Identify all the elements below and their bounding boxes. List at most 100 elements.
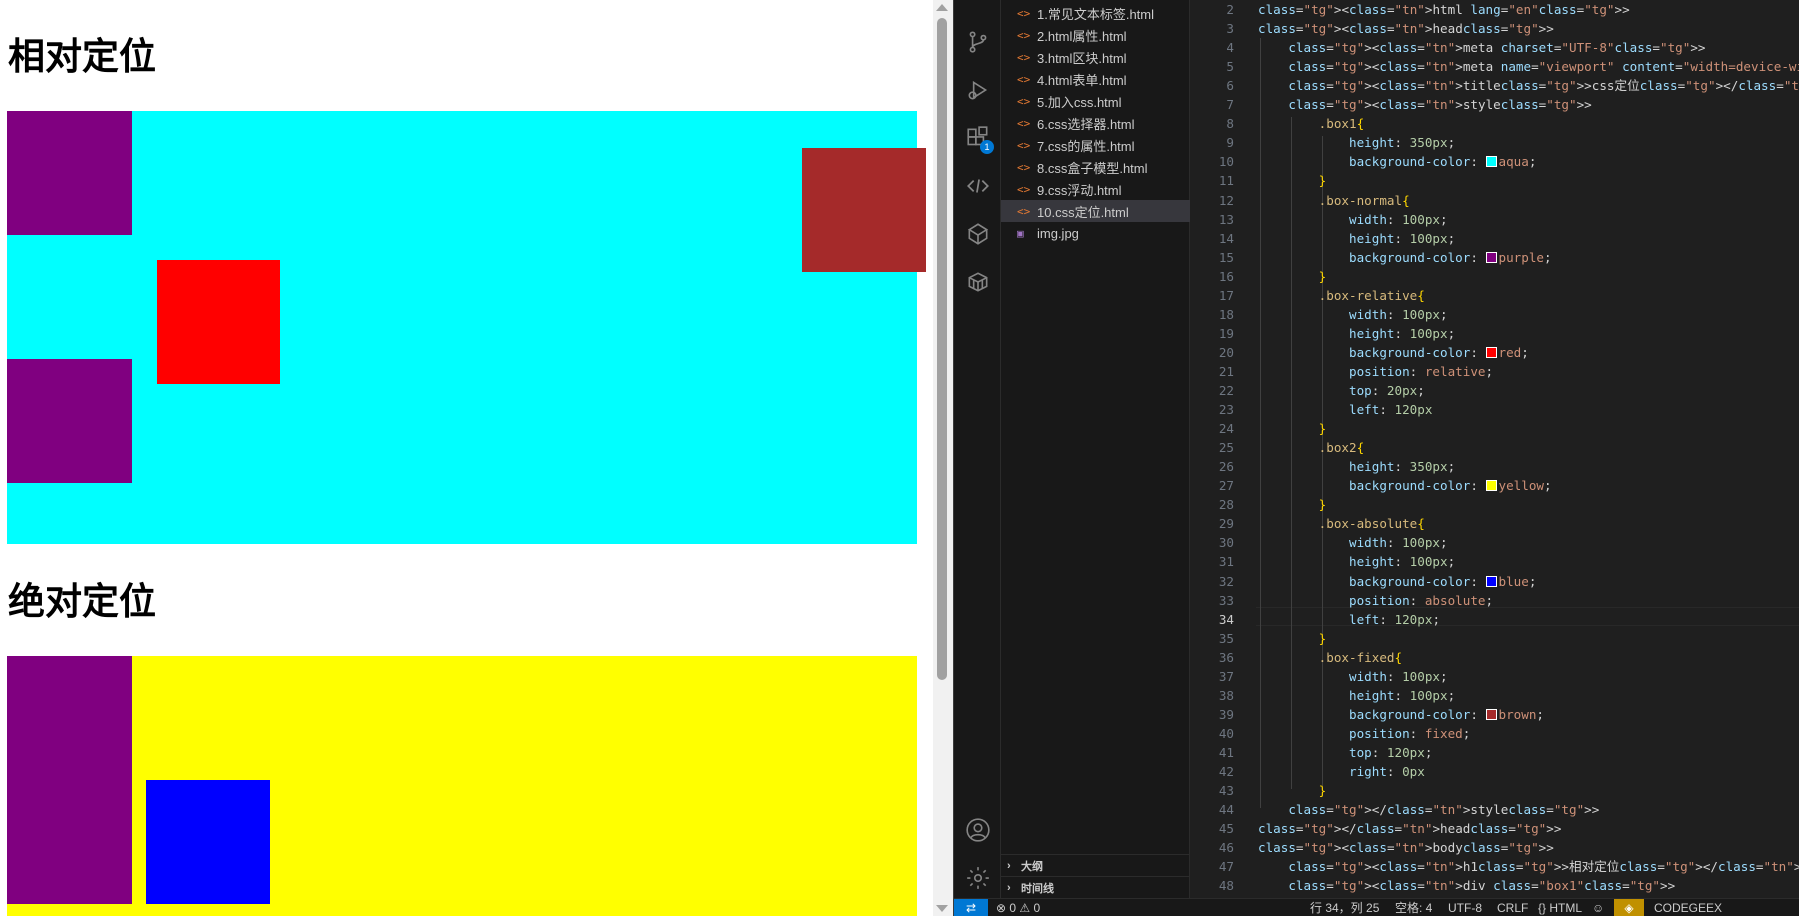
explorer-file-active[interactable]: <> 10.css定位.html [1001, 200, 1190, 222]
explorer-file[interactable]: <> 6.css选择器.html [1001, 112, 1190, 134]
code-line[interactable]: height: 100px; [1258, 552, 1455, 571]
code-line[interactable]: } [1258, 171, 1327, 190]
line-number: 28 [1218, 497, 1234, 513]
explorer-file[interactable]: <> 2.html属性.html [1001, 24, 1190, 46]
code-line[interactable]: top: 20px; [1258, 381, 1425, 400]
code-line[interactable]: right: 0px [1258, 762, 1425, 781]
source-control-icon[interactable] [954, 22, 1001, 62]
code-line[interactable]: width: 100px; [1258, 533, 1448, 552]
encoding-setting[interactable]: UTF-8 [1448, 899, 1482, 916]
code-line[interactable]: } [1258, 629, 1327, 648]
codegeex-icon[interactable] [954, 214, 1001, 254]
code-line[interactable]: position: fixed; [1258, 724, 1470, 743]
line-number: 24 [1218, 421, 1234, 437]
code-line[interactable]: width: 100px; [1258, 210, 1448, 229]
color-swatch-icon[interactable] [1485, 346, 1497, 358]
copilot-icon[interactable]: ☺ [1592, 899, 1604, 916]
code-line[interactable]: } [1258, 781, 1327, 800]
code-line[interactable]: background-color: blue; [1258, 572, 1536, 591]
explorer-file[interactable]: <> 1.常见文本标签.html [1001, 2, 1190, 24]
code-line[interactable]: .box-normal{ [1258, 191, 1410, 210]
code-line[interactable]: height: 100px; [1258, 229, 1455, 248]
code-line[interactable]: .box-absolute{ [1258, 514, 1425, 533]
extensions-icon[interactable]: 1 [954, 118, 1001, 158]
code-line[interactable]: class="tg"><class="tn">bodyclass="tg">> [1258, 838, 1554, 857]
code-line[interactable]: .box-fixed{ [1258, 648, 1402, 667]
scroll-up-arrow-icon[interactable] [936, 4, 948, 11]
code-line[interactable]: background-color: red; [1258, 343, 1529, 362]
indentation-setting[interactable]: 空格: 4 [1395, 899, 1432, 916]
timeline-section[interactable]: › 时间线 [1001, 876, 1190, 898]
color-swatch-icon[interactable] [1485, 708, 1497, 720]
run-debug-icon[interactable] [954, 70, 1001, 110]
explorer-file[interactable]: <> 5.加入css.html [1001, 90, 1190, 112]
scrollbar-thumb[interactable] [937, 18, 947, 680]
color-swatch-icon[interactable] [1485, 156, 1497, 168]
code-line[interactable]: height: 100px; [1258, 686, 1455, 705]
codegeex-status-icon[interactable]: ◈ [1614, 899, 1644, 916]
code-line[interactable]: class="tg"><class="tn">h1class="tg">>相对定… [1258, 857, 1799, 876]
code-line[interactable]: class="tg"></class="tn">styleclass="tg">… [1258, 800, 1599, 819]
line-number: 31 [1218, 554, 1234, 570]
language-mode[interactable]: {} HTML [1538, 899, 1582, 916]
code-brackets-icon[interactable] [954, 166, 1001, 206]
box2-yellow-container [7, 656, 917, 916]
eol-setting[interactable]: CRLF [1497, 899, 1528, 916]
code-line[interactable]: class="tg"><class="tn">html lang="en"cla… [1258, 0, 1630, 19]
code-line[interactable]: height: 100px; [1258, 324, 1455, 343]
explorer-file[interactable]: <> 7.css的属性.html [1001, 134, 1190, 156]
code-line[interactable]: position: absolute; [1258, 591, 1493, 610]
settings-gear-icon[interactable] [954, 858, 1001, 898]
code-line[interactable]: background-color: aqua; [1258, 152, 1536, 171]
cursor-position[interactable]: 行 34，列 25 [1310, 899, 1379, 916]
line-number: 6 [1226, 78, 1234, 94]
code-line[interactable]: height: 350px; [1258, 457, 1455, 476]
preview-scrollbar[interactable] [933, 0, 953, 916]
line-number: 4 [1226, 40, 1234, 56]
code-line[interactable]: .box2{ [1258, 438, 1365, 457]
explorer-file[interactable]: <> 4.html表单.html [1001, 68, 1190, 90]
code-line[interactable]: } [1258, 495, 1327, 514]
codegeex-label[interactable]: CODEGEEX [1654, 899, 1722, 916]
line-number: 47 [1218, 859, 1234, 875]
code-line[interactable]: class="tg"><class="tn">meta charset="UTF… [1258, 38, 1705, 57]
package-icon[interactable] [954, 262, 1001, 302]
code-line[interactable]: left: 120px; [1258, 610, 1440, 629]
code-line[interactable]: position: relative; [1258, 362, 1493, 381]
code-line[interactable]: .box1{ [1258, 114, 1365, 133]
code-line[interactable]: } [1258, 419, 1327, 438]
code-line[interactable]: class="tg"><class="tn">div class="box1"c… [1258, 876, 1675, 895]
code-line[interactable]: class="tg"><class="tn">meta name="viewpo… [1258, 57, 1799, 76]
code-line[interactable]: background-color: yellow; [1258, 476, 1552, 495]
account-icon[interactable] [954, 810, 1001, 850]
problems-indicator[interactable]: ⊗ 0 ⚠ 0 [996, 899, 1040, 916]
explorer-file[interactable]: <> 9.css浮动.html [1001, 178, 1190, 200]
code-line[interactable]: class="tg"><class="tn">styleclass="tg">> [1258, 95, 1591, 114]
code-line[interactable]: width: 100px; [1258, 305, 1448, 324]
scroll-down-arrow-icon[interactable] [936, 905, 948, 912]
code-line[interactable]: width: 100px; [1258, 667, 1448, 686]
code-line[interactable]: class="tg"><class="tn">headclass="tg">> [1258, 19, 1554, 38]
line-number: 36 [1218, 649, 1234, 665]
code-line[interactable]: top: 120px; [1258, 743, 1432, 762]
explorer-file[interactable]: <> 8.css盒子模型.html [1001, 156, 1190, 178]
line-number: 25 [1218, 440, 1234, 456]
color-swatch-icon[interactable] [1485, 575, 1497, 587]
explorer-file[interactable]: <> 3.html区块.html [1001, 46, 1190, 68]
code-line[interactable]: } [1258, 267, 1327, 286]
line-number: 26 [1218, 459, 1234, 475]
code-line[interactable]: class="tg"></class="tn">headclass="tg">> [1258, 819, 1561, 838]
line-number: 23 [1218, 402, 1234, 418]
code-line[interactable]: height: 350px; [1258, 133, 1455, 152]
explorer-file[interactable]: ▣ img.jpg [1001, 222, 1190, 244]
code-line[interactable]: left: 120px [1258, 400, 1432, 419]
color-swatch-icon[interactable] [1485, 480, 1497, 492]
code-line[interactable]: background-color: brown; [1258, 705, 1544, 724]
code-line[interactable]: .box-relative{ [1258, 286, 1425, 305]
color-swatch-icon[interactable] [1485, 251, 1497, 263]
outline-section[interactable]: › 大纲 [1001, 854, 1190, 876]
code-editor[interactable]: 2 3 4 5 6 7 8 9 10 11 12 13 14 15 16 17 18 19 20 21 22 23 24 25… [1190, 0, 1799, 898]
code-line[interactable]: background-color: purple; [1258, 248, 1552, 267]
remote-indicator-icon[interactable]: ⇄ [954, 899, 988, 916]
code-line[interactable]: class="tg"><class="tn">titleclass="tg">>… [1258, 76, 1799, 95]
